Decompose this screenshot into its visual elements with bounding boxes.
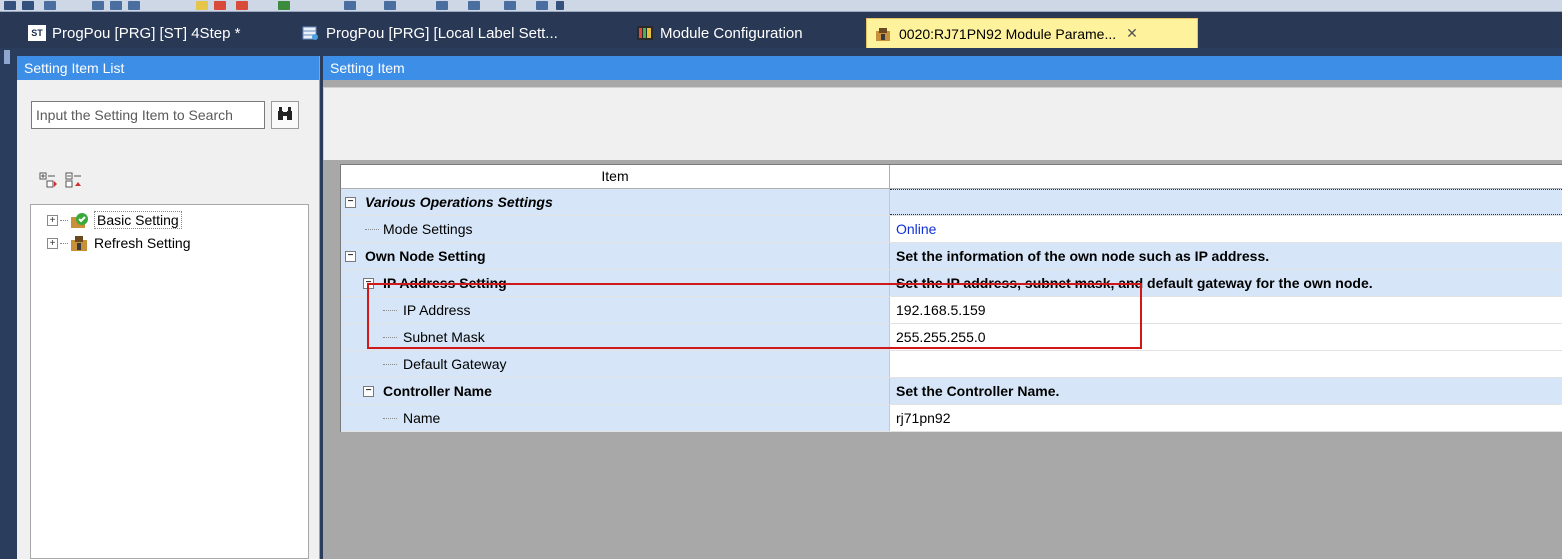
grid-row-own-node-setting[interactable]: − Own Node Setting Set the information o… (341, 243, 1562, 270)
tab-label: ProgPou [PRG] [ST] 4Step * (52, 24, 241, 42)
default-gateway-field[interactable] (890, 351, 1562, 377)
toolbar-icon[interactable] (44, 1, 56, 10)
grid-row-default-gateway[interactable]: Default Gateway (341, 351, 1562, 378)
tree-connector (365, 228, 379, 230)
collapse-icon[interactable]: − (345, 250, 356, 262)
grid-row-various-operations[interactable]: − Various Operations Settings (341, 189, 1562, 216)
tree-connector (60, 242, 68, 244)
toolbar-icon[interactable] (344, 1, 356, 10)
tab-progpou-st[interactable]: ST ProgPou [PRG] [ST] 4Step * (28, 18, 240, 48)
toolbar-icon[interactable] (436, 1, 448, 10)
toolbar-icon[interactable] (504, 1, 516, 10)
toolbar-icon[interactable] (110, 1, 122, 10)
tab-label: Module Configuration (660, 24, 803, 42)
panel-title: Setting Item (323, 56, 1562, 80)
toolbar (0, 0, 1562, 12)
toolbar-icon[interactable] (196, 1, 208, 10)
panel-title: Setting Item List (17, 56, 319, 80)
row-value: Set the Controller Name. (890, 378, 1562, 404)
row-item-label: Own Node Setting (365, 248, 486, 264)
explanation-area (323, 87, 1562, 160)
tree-connector (60, 219, 68, 221)
refresh-setting-icon (70, 234, 90, 252)
row-value[interactable]: Online (890, 216, 1562, 242)
binoculars-icon (276, 106, 294, 125)
grid-row-controller-name[interactable]: − Controller Name Set the Controller Nam… (341, 378, 1562, 405)
search-input[interactable] (31, 101, 265, 129)
expand-all-icon[interactable] (39, 172, 59, 188)
toolbar-icon[interactable] (468, 1, 480, 10)
search-button[interactable] (271, 101, 299, 129)
row-item-label: Controller Name (383, 383, 492, 399)
grid-row-mode-settings[interactable]: Mode Settings Online (341, 216, 1562, 243)
tree-item-basic-setting[interactable]: + Basic Setting (47, 210, 182, 230)
left-dock-edge (0, 48, 16, 559)
tree-item-refresh-setting[interactable]: + Refresh Setting (47, 233, 191, 253)
row-item-label: Mode Settings (383, 221, 473, 237)
setting-item-list-panel: Setting Item List + Basic Setting + (17, 56, 320, 559)
toolbar-icon[interactable] (92, 1, 104, 10)
row-item-label: Various Operations Settings (365, 194, 553, 210)
column-header-item: Item (341, 165, 890, 188)
tree-item-label: Basic Setting (94, 211, 182, 229)
label-table-icon (302, 25, 320, 41)
dock-handle[interactable] (4, 50, 10, 64)
tree-connector (383, 363, 397, 365)
tree-connector (383, 417, 397, 419)
document-tab-bar: ST ProgPou [PRG] [ST] 4Step * ProgPou [P… (0, 12, 1562, 48)
tab-label: 0020:RJ71PN92 Module Parame... (899, 25, 1117, 42)
basic-setting-icon (70, 211, 90, 229)
collapse-all-icon[interactable] (65, 172, 85, 188)
column-header-value (890, 165, 1562, 188)
toolbar-icon[interactable] (128, 1, 140, 10)
toolbar-icon[interactable] (4, 1, 16, 10)
toolbar-icon[interactable] (278, 1, 290, 10)
collapse-icon[interactable]: − (345, 196, 356, 208)
tree-toolbar (39, 172, 85, 188)
module-parameter-icon (875, 26, 893, 42)
setting-tree: + Basic Setting + Refresh Setting (30, 204, 309, 559)
close-icon[interactable]: ✕ (1126, 25, 1138, 42)
row-value[interactable] (890, 189, 1562, 215)
tab-progpou-local-label[interactable]: ProgPou [PRG] [Local Label Sett... (302, 18, 558, 48)
row-item-label: Name (403, 410, 441, 426)
toolbar-icon[interactable] (384, 1, 396, 10)
st-program-icon: ST (28, 25, 46, 41)
toolbar-icon[interactable] (22, 1, 34, 10)
row-value: Set the information of the own node such… (890, 243, 1562, 269)
annotation-highlight-box (367, 283, 1142, 349)
collapse-icon[interactable]: − (363, 385, 374, 397)
module-config-icon (636, 25, 654, 41)
expand-icon[interactable]: + (47, 237, 58, 249)
tree-item-label: Refresh Setting (94, 235, 191, 251)
toolbar-overflow-icon[interactable] (556, 1, 564, 10)
grid-header: Item (341, 165, 1562, 189)
row-item-label: Default Gateway (403, 356, 507, 372)
tab-module-configuration[interactable]: Module Configuration (636, 18, 803, 48)
grid-row-name[interactable]: Name rj71pn92 (341, 405, 1562, 432)
controller-name-field[interactable]: rj71pn92 (890, 405, 1562, 431)
toolbar-icon[interactable] (214, 1, 226, 10)
tab-module-parameter[interactable]: 0020:RJ71PN92 Module Parame... ✕ (866, 18, 1198, 48)
expand-icon[interactable]: + (47, 214, 58, 226)
toolbar-icon[interactable] (236, 1, 248, 10)
tab-label: ProgPou [PRG] [Local Label Sett... (326, 24, 558, 42)
toolbar-icon[interactable] (536, 1, 548, 10)
